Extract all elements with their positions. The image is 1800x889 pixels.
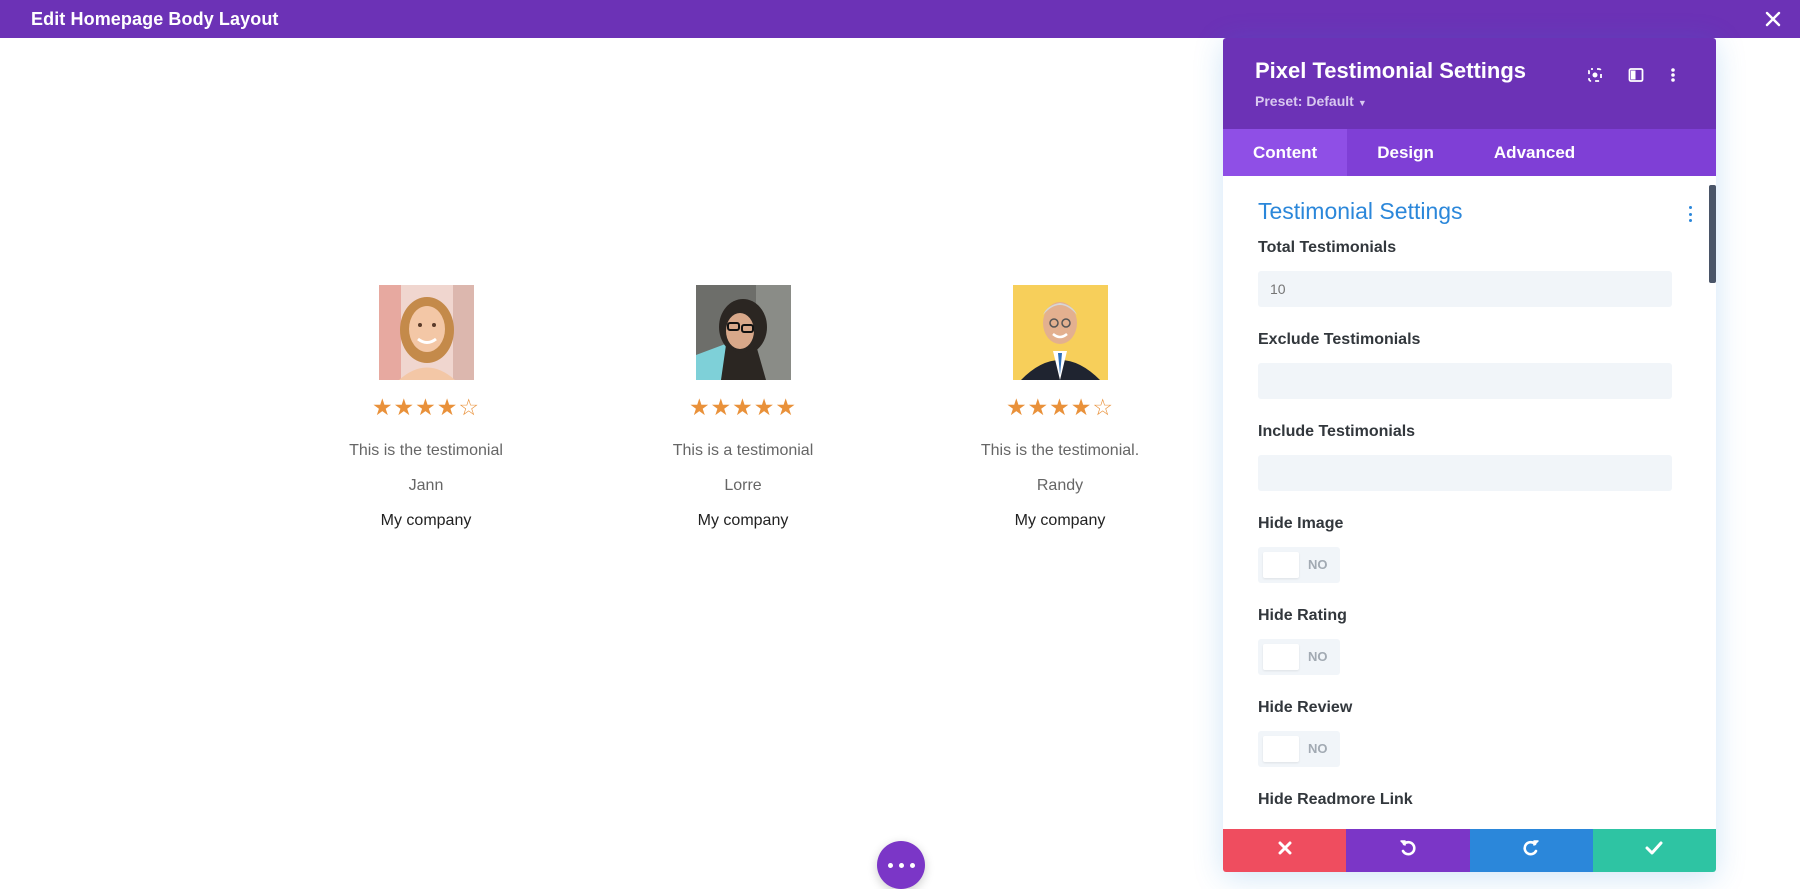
tab-content[interactable]: Content bbox=[1223, 129, 1348, 176]
avatar bbox=[695, 285, 791, 380]
toggle-state: NO bbox=[1308, 649, 1328, 664]
testimonial-item: ★★★★☆ This is the testimonial Jann My co… bbox=[301, 285, 551, 530]
rating-stars: ★★★★☆ bbox=[371, 394, 481, 420]
field-label: Include Testimonials bbox=[1258, 423, 1416, 440]
split-view-icon[interactable] bbox=[1625, 64, 1647, 86]
testimonial-review: This is a testimonial bbox=[672, 442, 814, 459]
toggle-state: NO bbox=[1308, 557, 1328, 572]
toggle-knob bbox=[1263, 552, 1299, 578]
redo-icon bbox=[1522, 839, 1540, 862]
testimonial-review: This is the testimonial. bbox=[980, 442, 1140, 459]
cancel-button[interactable] bbox=[1223, 829, 1347, 872]
panel-header: Pixel Testimonial Settings Preset: Defau… bbox=[1223, 38, 1716, 129]
hide-image-toggle[interactable]: NO bbox=[1258, 547, 1340, 583]
testimonial-company: My company bbox=[380, 512, 472, 529]
field-label: Exclude Testimonials bbox=[1258, 331, 1421, 348]
rating-stars: ★★★★☆ bbox=[1005, 394, 1115, 420]
hide-readmore-field: Hide Readmore Link bbox=[1258, 791, 1672, 811]
exclude-testimonials-field: Exclude Testimonials bbox=[1258, 331, 1672, 399]
save-button[interactable] bbox=[1592, 829, 1716, 872]
panel-title: Pixel Testimonial Settings bbox=[1255, 58, 1526, 83]
more-options-button[interactable] bbox=[877, 841, 925, 889]
check-icon bbox=[1645, 841, 1663, 860]
field-label: Hide Readmore Link bbox=[1258, 791, 1413, 808]
hide-rating-field: Hide Rating NO bbox=[1258, 607, 1672, 675]
settings-panel: Pixel Testimonial Settings Preset: Defau… bbox=[1223, 38, 1716, 872]
total-testimonials-input[interactable] bbox=[1258, 271, 1672, 307]
preset-selector[interactable]: Preset: Default ▼ bbox=[1255, 93, 1367, 109]
testimonial-company: My company bbox=[1014, 512, 1106, 529]
rating-stars: ★★★★★ bbox=[688, 394, 798, 420]
target-icon[interactable] bbox=[1584, 64, 1606, 86]
close-icon[interactable] bbox=[1758, 4, 1788, 34]
avatar bbox=[1012, 285, 1108, 380]
panel-tabs: Content Design Advanced bbox=[1223, 129, 1716, 176]
field-label: Total Testimonials bbox=[1258, 239, 1397, 256]
field-label: Hide Rating bbox=[1258, 607, 1347, 624]
toggle-knob bbox=[1263, 644, 1299, 670]
cancel-icon bbox=[1278, 841, 1292, 860]
exclude-testimonials-input[interactable] bbox=[1258, 363, 1672, 399]
more-vertical-icon[interactable] bbox=[1662, 64, 1684, 86]
section-menu-icon[interactable] bbox=[1687, 206, 1693, 222]
section-title[interactable]: Testimonial Settings bbox=[1258, 198, 1463, 225]
scrollbar[interactable] bbox=[1709, 185, 1716, 283]
more-horizontal-icon bbox=[885, 862, 918, 868]
undo-icon bbox=[1399, 839, 1417, 862]
hide-review-field: Hide Review NO bbox=[1258, 699, 1672, 767]
hide-image-field: Hide Image NO bbox=[1258, 515, 1672, 583]
testimonial-item: ★★★★★ This is a testimonial Lorre My com… bbox=[618, 285, 868, 530]
field-label: Hide Review bbox=[1258, 699, 1353, 716]
avatar bbox=[378, 285, 474, 380]
hide-review-toggle[interactable]: NO bbox=[1258, 731, 1340, 767]
undo-button[interactable] bbox=[1346, 829, 1470, 872]
testimonial-item: ★★★★☆ This is the testimonial. Randy My … bbox=[935, 285, 1185, 530]
testimonial-name: Jann bbox=[408, 477, 444, 494]
testimonial-name: Lorre bbox=[724, 477, 762, 494]
toggle-state: NO bbox=[1308, 741, 1328, 756]
toggle-knob bbox=[1263, 736, 1299, 762]
panel-body: Testimonial Settings Total Testimonials … bbox=[1223, 176, 1716, 829]
panel-footer bbox=[1223, 829, 1716, 872]
field-label: Hide Image bbox=[1258, 515, 1344, 532]
hide-rating-toggle[interactable]: NO bbox=[1258, 639, 1340, 675]
redo-button[interactable] bbox=[1469, 829, 1593, 872]
testimonial-company: My company bbox=[697, 512, 789, 529]
tab-design[interactable]: Design bbox=[1347, 129, 1464, 176]
caret-down-icon: ▼ bbox=[1357, 98, 1367, 108]
page-title: Edit Homepage Body Layout bbox=[31, 8, 279, 29]
testimonial-review: This is the testimonial bbox=[349, 442, 503, 459]
preset-label: Preset: Default bbox=[1255, 93, 1354, 109]
total-testimonials-field: Total Testimonials bbox=[1258, 239, 1672, 307]
testimonial-name: Randy bbox=[1036, 477, 1084, 494]
tab-advanced[interactable]: Advanced bbox=[1464, 129, 1605, 176]
include-testimonials-field: Include Testimonials bbox=[1258, 423, 1672, 491]
builder-top-bar: Edit Homepage Body Layout bbox=[0, 0, 1800, 38]
include-testimonials-input[interactable] bbox=[1258, 455, 1672, 491]
